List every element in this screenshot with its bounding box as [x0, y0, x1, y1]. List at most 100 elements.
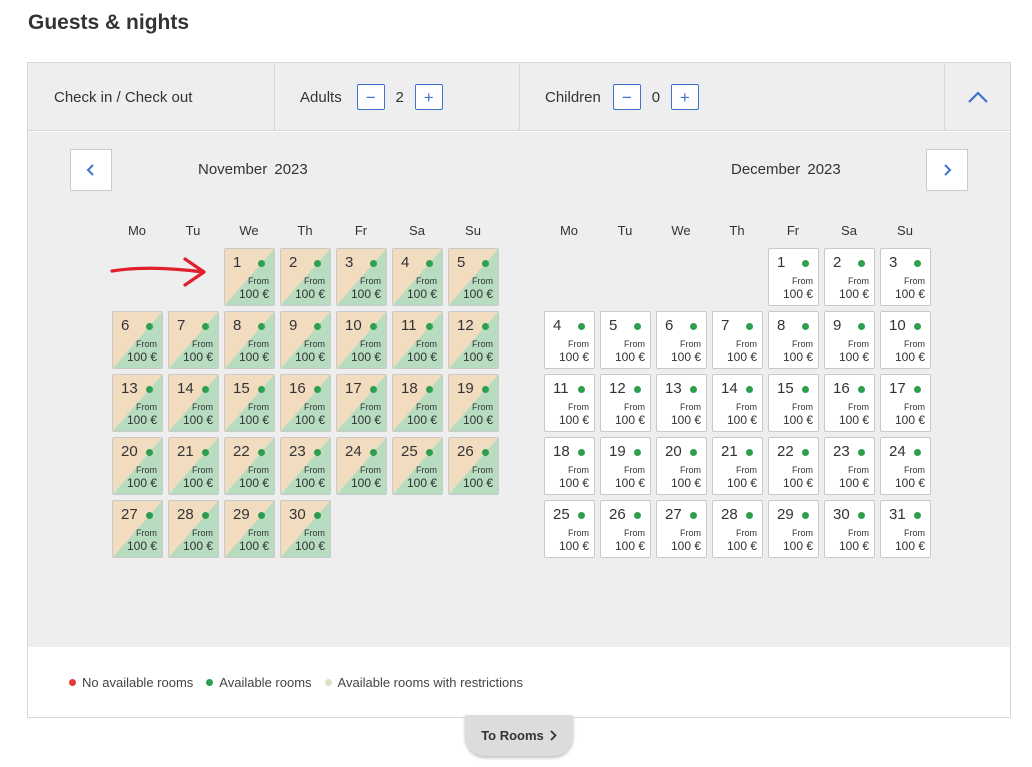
- calendar-day[interactable]: 25 From 100 €: [392, 437, 443, 495]
- calendar-day[interactable]: 2 From 100 €: [280, 248, 331, 306]
- calendar-day[interactable]: 13 From 100 €: [112, 374, 163, 432]
- availability-dot: [314, 449, 321, 456]
- day-price: 100 €: [126, 539, 157, 553]
- price-from-label: From: [848, 402, 869, 412]
- price-from-label: From: [904, 402, 925, 412]
- calendar-day[interactable]: 24 From 100 €: [880, 437, 931, 495]
- calendar-day[interactable]: 17 From 100 €: [880, 374, 931, 432]
- calendar-day[interactable]: 12 From 100 €: [600, 374, 651, 432]
- calendar-day[interactable]: 9 From 100 €: [824, 311, 875, 369]
- availability-dot: [146, 386, 153, 393]
- children-decrease-button[interactable]: −: [612, 84, 641, 110]
- calendar-day[interactable]: 20 From 100 €: [112, 437, 163, 495]
- calendar-day[interactable]: 6 From 100 €: [656, 311, 707, 369]
- calendar-day[interactable]: 2 From 100 €: [824, 248, 875, 306]
- to-rooms-button[interactable]: To Rooms: [465, 715, 573, 756]
- weekday-header: Sa: [409, 223, 425, 238]
- calendar-day[interactable]: 19 From 100 €: [448, 374, 499, 432]
- legend-item-available: Available rooms: [206, 675, 312, 690]
- calendar-day[interactable]: 15 From 100 €: [224, 374, 275, 432]
- next-month-button[interactable]: [926, 149, 968, 191]
- calendar-day[interactable]: 19 From 100 €: [600, 437, 651, 495]
- availability-dot: [858, 449, 865, 456]
- calendar-day[interactable]: 1 From 100 €: [224, 248, 275, 306]
- availability-dot: [858, 260, 865, 267]
- prev-month-button[interactable]: [70, 149, 112, 191]
- calendar-day[interactable]: 23 From 100 €: [824, 437, 875, 495]
- calendar-day[interactable]: 14 From 100 €: [168, 374, 219, 432]
- availability-dot: [202, 386, 209, 393]
- price-from-label: From: [736, 528, 757, 538]
- day-price: 100 €: [726, 539, 757, 553]
- calendar-day[interactable]: 5 From 100 €: [448, 248, 499, 306]
- calendar-day[interactable]: 20 From 100 €: [656, 437, 707, 495]
- calendar-day[interactable]: 5 From 100 €: [600, 311, 651, 369]
- calendar-day[interactable]: 8 From 100 €: [224, 311, 275, 369]
- calendar-day[interactable]: 18 From 100 €: [544, 437, 595, 495]
- calendar-day[interactable]: 25 From 100 €: [544, 500, 595, 558]
- calendar-day[interactable]: 10 From 100 €: [336, 311, 387, 369]
- calendar-day[interactable]: 10 From 100 €: [880, 311, 931, 369]
- calendar-day[interactable]: 22 From 100 €: [768, 437, 819, 495]
- price-from-label: From: [472, 402, 493, 412]
- collapse-panel-button[interactable]: [945, 63, 1010, 131]
- calendar-day[interactable]: 27 From 100 €: [112, 500, 163, 558]
- adults-decrease-button[interactable]: −: [356, 84, 385, 110]
- calendar-day[interactable]: 11 From 100 €: [392, 311, 443, 369]
- checkin-checkout-label: Check in / Check out: [54, 88, 193, 106]
- calendar-day[interactable]: 14 From 100 €: [712, 374, 763, 432]
- price-from-label: From: [136, 465, 157, 475]
- calendar-day[interactable]: 26 From 100 €: [448, 437, 499, 495]
- calendar-day[interactable]: 6 From 100 €: [112, 311, 163, 369]
- calendar-day[interactable]: 16 From 100 €: [824, 374, 875, 432]
- calendar-day[interactable]: 29 From 100 €: [224, 500, 275, 558]
- calendar-day[interactable]: 1 From 100 €: [768, 248, 819, 306]
- calendar-day[interactable]: 21 From 100 €: [712, 437, 763, 495]
- calendar-day[interactable]: 26 From 100 €: [600, 500, 651, 558]
- calendar-day[interactable]: 21 From 100 €: [168, 437, 219, 495]
- weekday-header: We: [671, 223, 691, 238]
- calendar-day[interactable]: 23 From 100 €: [280, 437, 331, 495]
- calendar-day[interactable]: 18 From 100 €: [392, 374, 443, 432]
- availability-dot: [690, 386, 697, 393]
- calendar-day[interactable]: 3 From 100 €: [336, 248, 387, 306]
- calendar-day[interactable]: 27 From 100 €: [656, 500, 707, 558]
- calendar-day[interactable]: 7 From 100 €: [168, 311, 219, 369]
- calendar-day[interactable]: 29 From 100 €: [768, 500, 819, 558]
- calendar-day[interactable]: 22 From 100 €: [224, 437, 275, 495]
- checkin-checkout-selector[interactable]: Check in / Check out: [28, 63, 274, 131]
- children-increase-button[interactable]: +: [670, 84, 699, 110]
- calendar-day[interactable]: 11 From 100 €: [544, 374, 595, 432]
- calendar-day[interactable]: 7 From 100 €: [712, 311, 763, 369]
- day-price: 100 €: [838, 287, 869, 301]
- day-number: 26: [609, 506, 626, 523]
- day-price: 100 €: [558, 413, 589, 427]
- calendar-day[interactable]: 13 From 100 €: [656, 374, 707, 432]
- calendar-day[interactable]: 30 From 100 €: [280, 500, 331, 558]
- adults-increase-button[interactable]: +: [414, 84, 443, 110]
- day-price: 100 €: [558, 350, 589, 364]
- day-number: 11: [401, 317, 417, 334]
- calendar-day[interactable]: 16 From 100 €: [280, 374, 331, 432]
- availability-dot: [578, 386, 585, 393]
- calendar-day[interactable]: 30 From 100 €: [824, 500, 875, 558]
- calendar-day[interactable]: 12 From 100 €: [448, 311, 499, 369]
- calendar-day[interactable]: 31 From 100 €: [880, 500, 931, 558]
- legend-label: Available rooms: [219, 675, 312, 690]
- calendar-day[interactable]: 28 From 100 €: [168, 500, 219, 558]
- page-title: Guests & nights: [28, 11, 190, 34]
- calendar-day[interactable]: 28 From 100 €: [712, 500, 763, 558]
- day-number: 29: [777, 506, 794, 523]
- calendar-day[interactable]: 8 From 100 €: [768, 311, 819, 369]
- calendar-day[interactable]: 4 From 100 €: [392, 248, 443, 306]
- calendar-day[interactable]: 3 From 100 €: [880, 248, 931, 306]
- calendar-day[interactable]: 15 From 100 €: [768, 374, 819, 432]
- availability-dot: [858, 512, 865, 519]
- calendar-day[interactable]: 17 From 100 €: [336, 374, 387, 432]
- calendar-day[interactable]: 24 From 100 €: [336, 437, 387, 495]
- price-from-label: From: [360, 276, 381, 286]
- calendar-day[interactable]: 4 From 100 €: [544, 311, 595, 369]
- calendar-day[interactable]: 9 From 100 €: [280, 311, 331, 369]
- price-from-label: From: [248, 528, 269, 538]
- price-from-label: From: [568, 528, 589, 538]
